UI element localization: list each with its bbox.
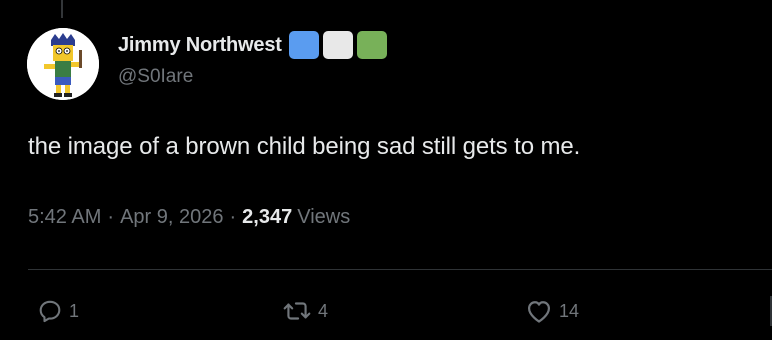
repost-button[interactable]: 4 — [282, 298, 328, 324]
heart-icon — [527, 301, 551, 323]
metadata-separator: · — [107, 206, 115, 228]
green-square-icon — [356, 31, 387, 59]
tweet-metadata: 5:42 AM · Apr 9, 2026 · 2,347 Views — [28, 206, 350, 229]
tweet-date[interactable]: Apr 9, 2026 — [120, 206, 223, 229]
tweet-text: the image of a brown child being sad sti… — [28, 133, 581, 160]
name-emoji-group — [288, 31, 387, 59]
like-button[interactable]: 14 — [525, 298, 579, 324]
reply-button[interactable]: 1 — [37, 298, 79, 324]
author-display-name[interactable]: Jimmy Northwest — [118, 34, 282, 57]
repost-icon — [283, 302, 311, 320]
divider — [28, 269, 772, 270]
avatar[interactable] — [27, 28, 99, 100]
views-count[interactable]: 2,347 — [242, 206, 292, 229]
like-count: 14 — [559, 300, 580, 321]
reply-count: 1 — [69, 300, 80, 321]
author-block: Jimmy Northwest @S0Iare — [118, 31, 387, 88]
name-row: Jimmy Northwest — [118, 31, 387, 59]
thread-connector-line — [61, 0, 63, 18]
cartoon-character-avatar-icon — [27, 28, 99, 100]
tweet-time[interactable]: 5:42 AM — [28, 206, 101, 229]
blue-square-icon — [288, 31, 319, 59]
metadata-separator: · — [229, 206, 237, 228]
views-label: Views — [297, 206, 351, 228]
repost-count: 4 — [318, 300, 329, 321]
author-handle[interactable]: @S0Iare — [118, 66, 387, 88]
reply-icon — [39, 300, 61, 323]
white-square-icon — [322, 31, 353, 59]
